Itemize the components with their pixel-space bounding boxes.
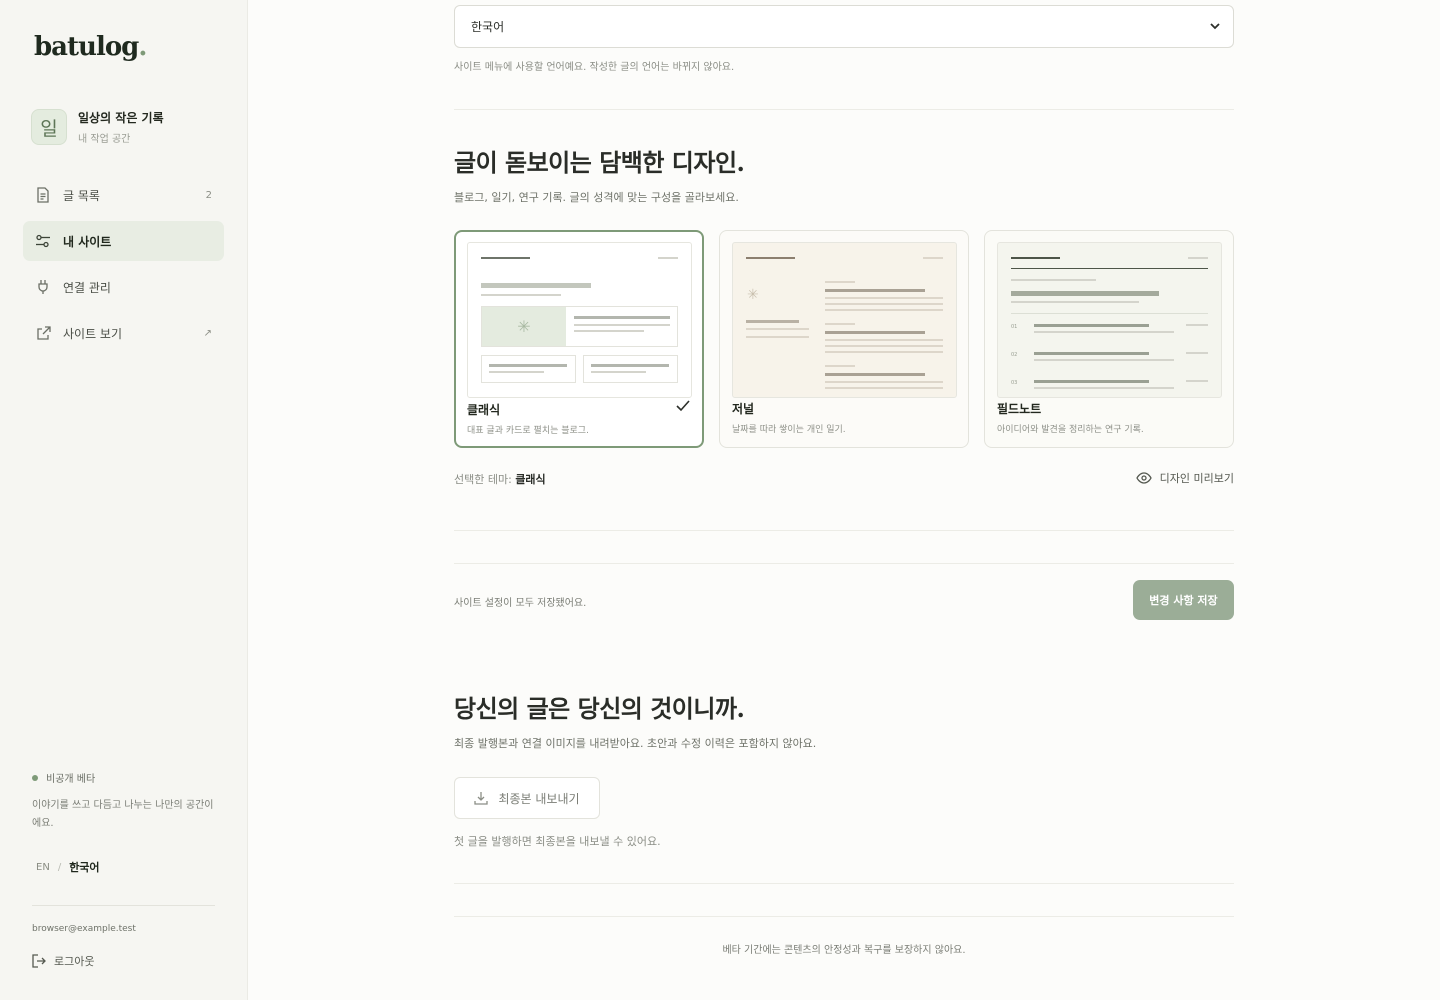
lang-separator: / — [57, 861, 62, 873]
language-select[interactable]: 한국어 — [454, 5, 1234, 48]
sliders-icon — [35, 233, 51, 249]
workspace-subtitle: 내 작업 공간 — [78, 134, 131, 145]
asterisk-icon: ✳ — [482, 307, 566, 346]
theme-card-classic[interactable]: ✳ 클래식 대표 글과 카드로 펼치는 블로그. — [454, 230, 704, 448]
sidebar-nav: 글 목록 2 내 사이트 연결 관리 사이트 보기 ↗ — [23, 175, 224, 359]
design-section-title: 글이 돋보이는 담백한 디자인. — [454, 148, 745, 177]
lang-current[interactable]: 한국어 — [69, 859, 99, 875]
divider — [32, 905, 215, 906]
sidebar: batulog. 일 일상의 작은 기록 내 작업 공간 글 목록 2 내 사이… — [0, 0, 248, 1000]
theme-options: ✳ 클래식 대표 글과 카드로 펼치는 블로그. ✳ 저널 날짜를 따라 쌓이는… — [454, 230, 1234, 448]
sidebar-item-label: 내 사이트 — [63, 234, 112, 249]
theme-desc: 날짜를 따라 쌓이는 개인 일기. — [732, 425, 846, 435]
footer-note: 베타 기간에는 콘텐츠의 안정성과 복구를 보장하지 않아요. — [722, 945, 966, 956]
app-logo[interactable]: batulog. — [34, 32, 147, 62]
sidebar-item-label: 글 목록 — [63, 188, 100, 203]
chevron-down-icon — [1210, 23, 1220, 30]
logo-dot: . — [138, 32, 147, 62]
theme-desc: 아이디어와 발견을 정리하는 연구 기록. — [997, 425, 1144, 435]
beta-info: 비공개 베타 이야기를 쓰고 다듬고 나누는 나만의 공간이에요. EN / 한… — [32, 770, 216, 875]
sidebar-item-connections[interactable]: 연결 관리 — [23, 267, 224, 307]
eye-icon — [1135, 472, 1152, 484]
fieldnote-number: 01 — [1011, 324, 1018, 330]
export-note: 첫 글을 발행하면 최종본을 내보낼 수 있어요. — [454, 835, 661, 848]
fieldnote-number: 02 — [1011, 352, 1018, 358]
workspace-name: 일상의 작은 기록 — [78, 111, 164, 125]
divider — [454, 916, 1234, 917]
theme-preview-journal: ✳ — [732, 242, 957, 398]
selected-theme-row: 선택한 테마: 클래식 디자인 미리보기 — [454, 471, 1234, 487]
design-preview-label: 디자인 미리보기 — [1159, 472, 1234, 485]
theme-card-fieldnote[interactable]: 01 02 03 필드노트 아이디어와 발견을 정리하는 연구 기록. — [984, 230, 1234, 448]
theme-preview-classic: ✳ — [467, 242, 692, 398]
beta-label: 비공개 베타 — [46, 774, 96, 785]
beta-status: 비공개 베타 — [32, 770, 216, 785]
selected-theme-value: 클래식 — [515, 473, 546, 486]
sidebar-item-view-site[interactable]: 사이트 보기 ↗ — [23, 313, 224, 353]
export-final-button[interactable]: 최종본 내보내기 — [454, 777, 600, 819]
export-section-title: 당신의 글은 당신의 것이니까. — [454, 694, 745, 723]
export-section-desc: 최종 발행본과 연결 이미지를 내려받아요. 초안과 수정 이력은 포함하지 않… — [454, 737, 817, 750]
post-count-badge: 2 — [205, 189, 212, 201]
download-icon — [474, 792, 489, 805]
logout-button[interactable]: 로그아웃 — [32, 953, 94, 969]
logout-label: 로그아웃 — [54, 955, 95, 968]
theme-name: 저널 — [732, 402, 755, 416]
language-help-text: 사이트 메뉴에 사용할 언어예요. 작성한 글의 언어는 바뀌지 않아요. — [454, 62, 735, 73]
divider — [454, 563, 1234, 564]
status-dot — [32, 774, 38, 781]
fieldnote-number: 03 — [1011, 380, 1018, 386]
theme-name: 필드노트 — [997, 402, 1042, 416]
save-status-message: 사이트 설정이 모두 저장됐어요. — [454, 598, 587, 609]
workspace-switcher[interactable]: 일 일상의 작은 기록 내 작업 공간 — [31, 109, 164, 145]
divider — [454, 530, 1234, 531]
sidebar-item-label: 사이트 보기 — [63, 326, 123, 341]
logout-icon — [32, 954, 46, 968]
language-select-value: 한국어 — [471, 20, 505, 34]
theme-desc: 대표 글과 카드로 펼치는 블로그. — [467, 426, 589, 436]
document-icon — [35, 187, 51, 203]
selected-theme-label: 선택한 테마: — [454, 473, 512, 486]
divider — [454, 109, 1234, 110]
export-button-label: 최종본 내보내기 — [498, 791, 580, 806]
sidebar-item-label: 연결 관리 — [63, 280, 111, 295]
plug-icon — [35, 279, 51, 295]
check-icon — [676, 400, 690, 412]
workspace-avatar: 일 — [31, 109, 67, 145]
sidebar-item-posts[interactable]: 글 목록 2 — [23, 175, 224, 215]
external-link-icon — [35, 325, 51, 341]
language-switcher: EN / 한국어 — [32, 859, 216, 875]
user-email: browser@example.test — [32, 924, 136, 934]
logo-text: batulog — [34, 32, 139, 62]
design-preview-button[interactable]: 디자인 미리보기 — [1135, 470, 1234, 486]
divider — [454, 883, 1234, 884]
theme-preview-fieldnote: 01 02 03 — [997, 242, 1222, 398]
design-section-desc: 블로그, 일기, 연구 기록. 글의 성격에 맞는 구성을 골라보세요. — [454, 191, 739, 204]
beta-description: 이야기를 쓰고 다듬고 나누는 나만의 공간이에요. — [32, 800, 214, 829]
save-changes-button[interactable]: 변경 사항 저장 — [1133, 580, 1234, 620]
sidebar-item-my-site[interactable]: 내 사이트 — [23, 221, 224, 261]
arrow-up-right-icon: ↗ — [203, 327, 212, 339]
asterisk-icon: ✳ — [747, 287, 759, 303]
lang-en-link[interactable]: EN — [36, 862, 50, 873]
theme-name: 클래식 — [467, 403, 501, 417]
theme-card-journal[interactable]: ✳ 저널 날짜를 따라 쌓이는 개인 일기. — [719, 230, 969, 448]
